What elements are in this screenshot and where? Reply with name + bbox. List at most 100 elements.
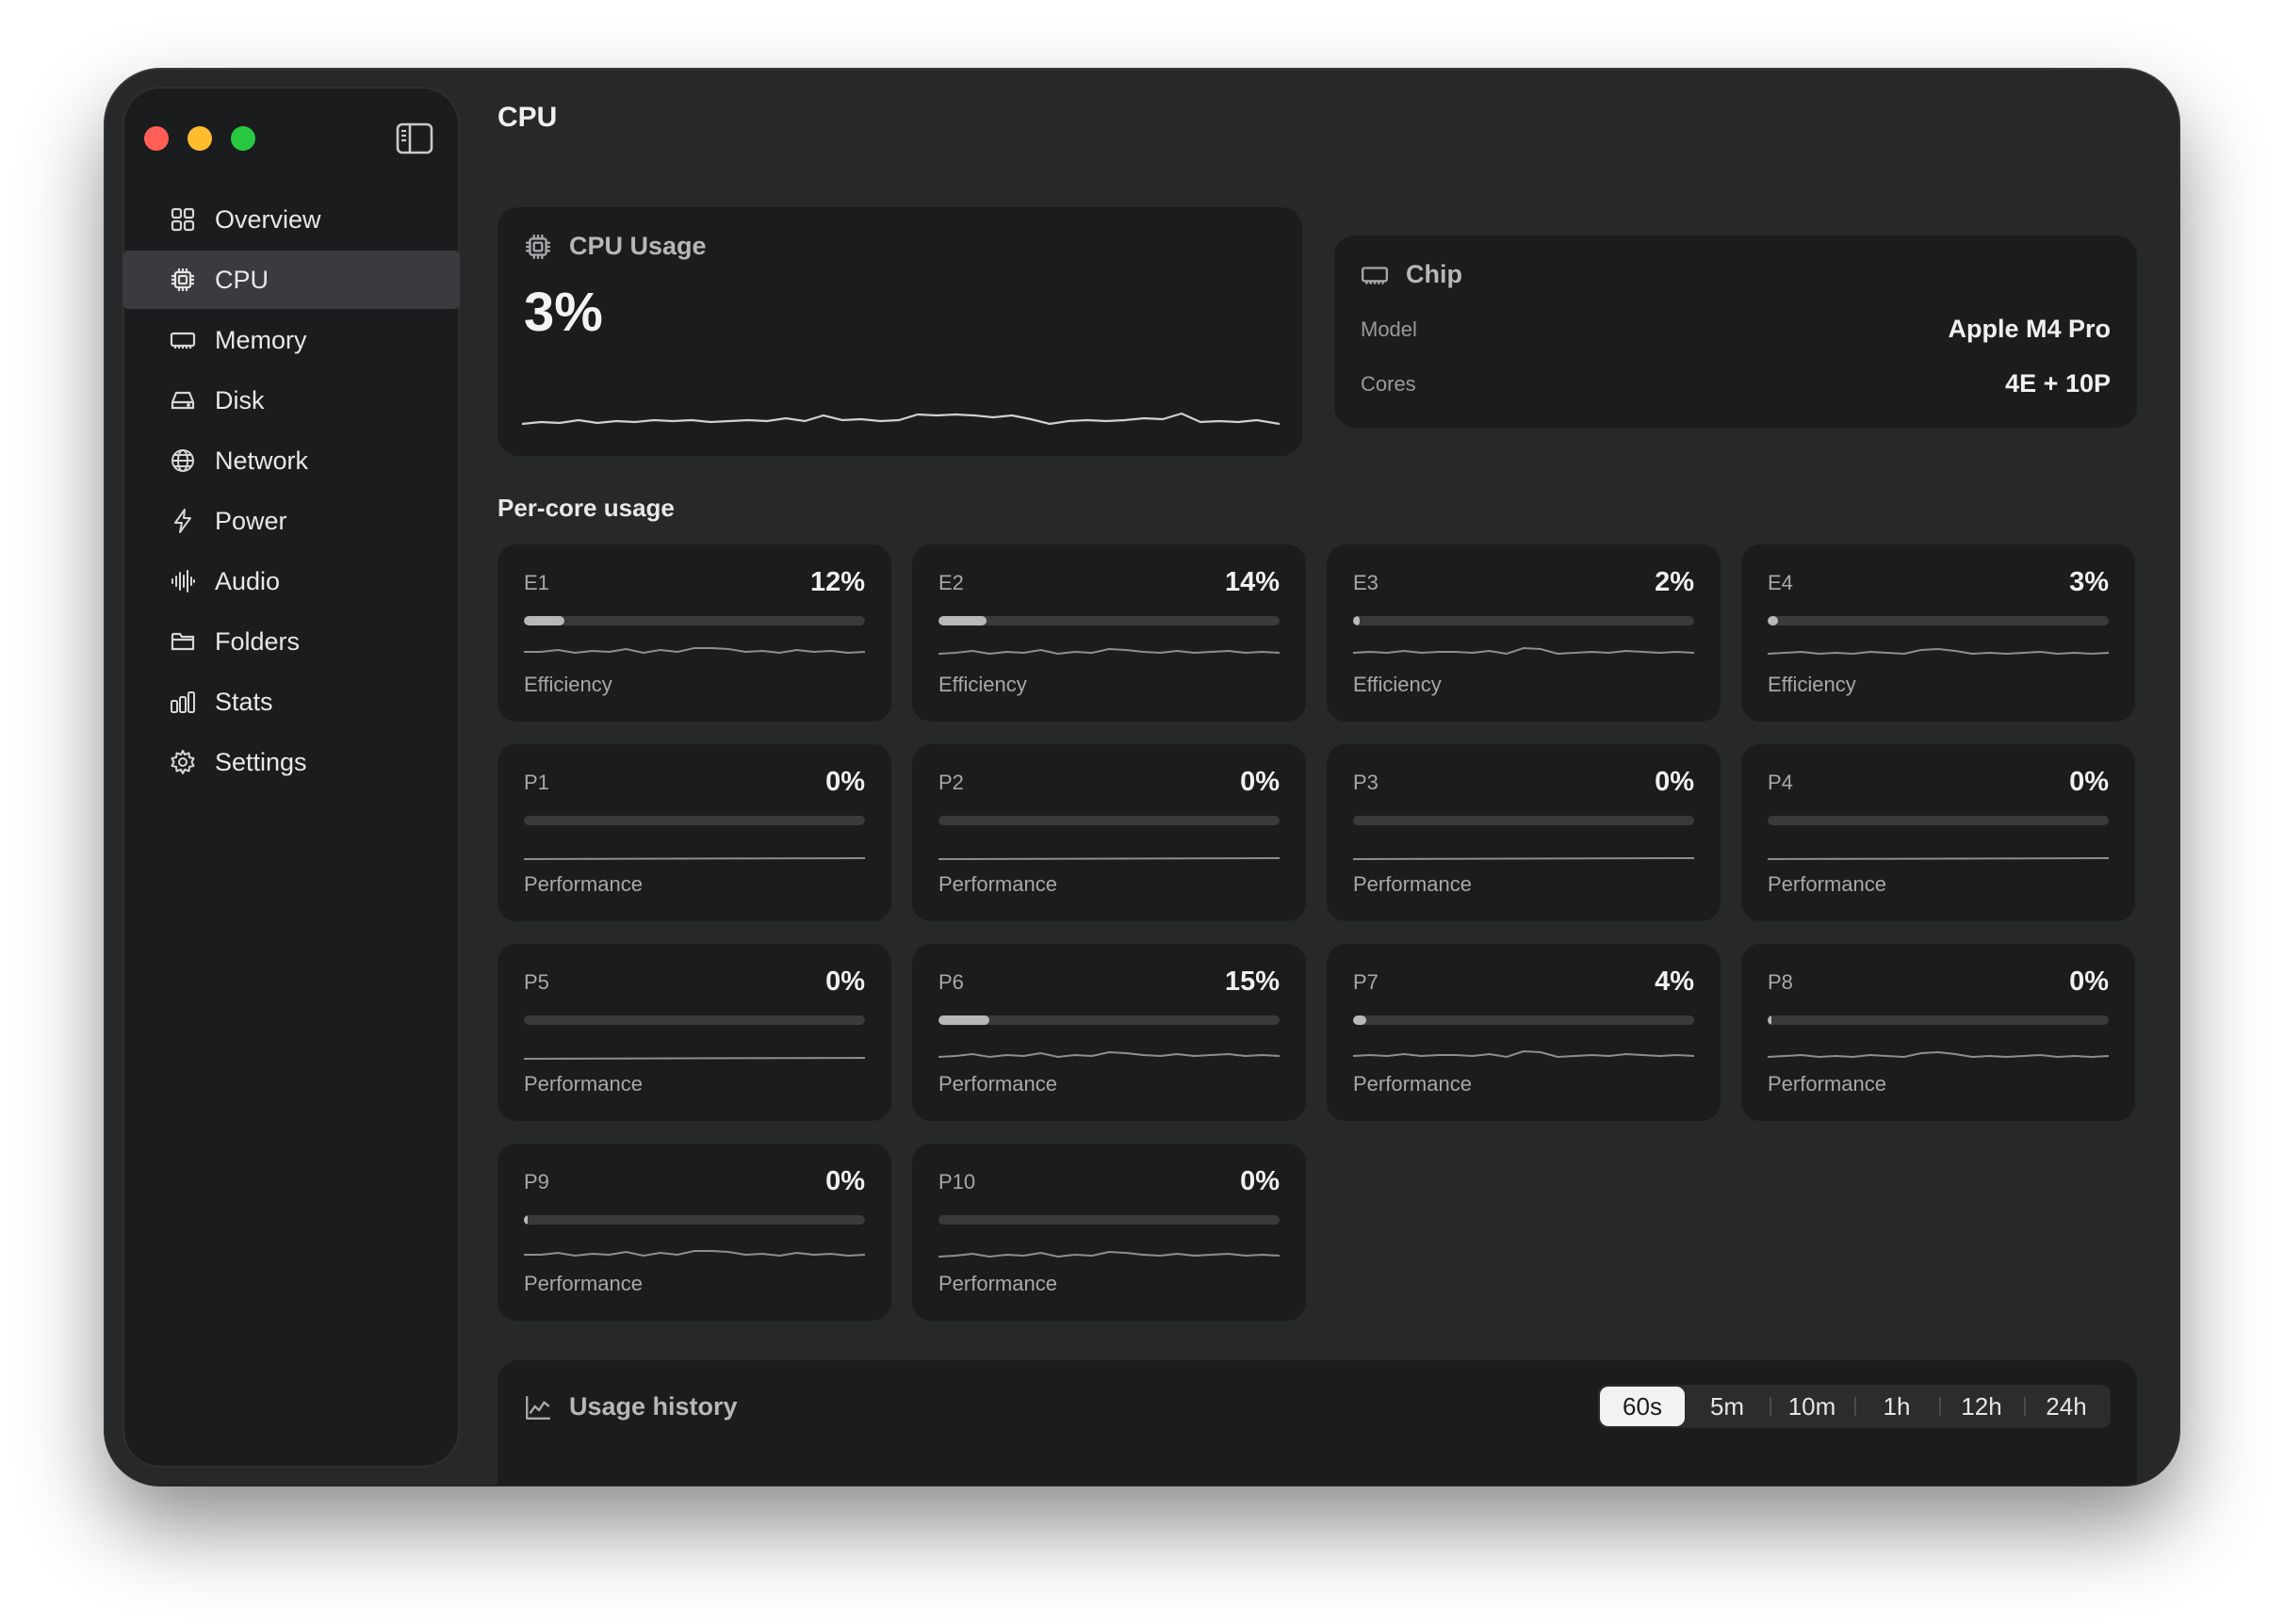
core-usage-value: 0%	[1240, 1166, 1280, 1196]
sidebar-item-memory[interactable]: Memory	[122, 311, 460, 369]
core-usage-bar	[524, 1015, 865, 1025]
sidebar-item-audio[interactable]: Audio	[122, 552, 460, 610]
core-usage-bar	[524, 616, 865, 625]
core-sparkline	[524, 857, 865, 860]
usage-history-header: Usage history	[524, 1392, 738, 1421]
cpu-usage-card: CPU Usage 3%	[498, 207, 1302, 456]
minimize-button[interactable]	[188, 126, 212, 151]
core-usage-bar	[524, 1215, 865, 1225]
core-sparkline	[938, 1250, 1280, 1259]
sidebar-item-folders[interactable]: Folders	[122, 612, 460, 671]
core-usage-bar	[1353, 1015, 1694, 1025]
range-24h-button[interactable]: 24h	[2024, 1387, 2109, 1426]
folder-icon	[168, 626, 198, 657]
per-core-grid: E1 12% Efficiency E2 14% Efficiency E3 2% Effici…	[498, 544, 2137, 1321]
sidebar-item-power[interactable]: Power	[122, 492, 460, 550]
core-name: P1	[524, 771, 549, 794]
chip-header: Chip	[1361, 260, 1462, 289]
range-10m-button[interactable]: 10m	[1770, 1387, 1854, 1426]
chip-cores-label: Cores	[1361, 371, 1416, 396]
usage-history-card: Usage history 60s 5m 10m 1h 12h 24h	[498, 1360, 2137, 1485]
core-sparkline	[1768, 1050, 2109, 1059]
core-type: Performance	[524, 1072, 643, 1096]
core-type: Performance	[938, 1272, 1057, 1295]
core-card-p9: P9 0% Performance	[498, 1144, 891, 1321]
page-title: CPU	[498, 102, 558, 133]
range-5m-button[interactable]: 5m	[1685, 1387, 1770, 1426]
sidebar-item-stats[interactable]: Stats	[122, 673, 460, 731]
core-name: E2	[938, 571, 964, 594]
usage-history-title: Usage history	[569, 1392, 738, 1421]
cpu-usage-sparkline	[522, 412, 1280, 426]
chip-cores-row: Cores 4E + 10P	[1361, 369, 2111, 398]
core-usage-bar-fill	[1768, 616, 1778, 625]
core-usage-value: 2%	[1655, 567, 1694, 597]
core-card-p6: P6 15% Performance	[912, 944, 1306, 1121]
core-name: E3	[1353, 571, 1379, 594]
core-usage-bar	[938, 816, 1280, 825]
chip-model-row: Model Apple M4 Pro	[1361, 315, 2111, 344]
core-card-e2: E2 14% Efficiency	[912, 544, 1306, 722]
core-name: P2	[938, 771, 964, 794]
sidebar-item-overview[interactable]: Overview	[122, 190, 460, 249]
core-sparkline	[1768, 857, 2109, 860]
sidebar-item-label: Memory	[215, 325, 307, 354]
core-usage-bar-fill	[938, 616, 987, 625]
sidebar-item-label: Stats	[215, 687, 273, 716]
core-usage-value: 0%	[1655, 767, 1694, 797]
range-1h-button[interactable]: 1h	[1854, 1387, 1939, 1426]
cpu-icon	[168, 265, 198, 295]
range-12h-button[interactable]: 12h	[1939, 1387, 2024, 1426]
core-type: Performance	[938, 872, 1057, 896]
sidebar-item-settings[interactable]: Settings	[122, 733, 460, 791]
core-sparkline	[938, 647, 1280, 656]
core-card-p7: P7 4% Performance	[1327, 944, 1721, 1121]
sidebar-item-disk[interactable]: Disk	[122, 371, 460, 430]
core-usage-value: 15%	[1224, 966, 1280, 997]
core-type: Efficiency	[1768, 673, 1856, 696]
zoom-button[interactable]	[231, 126, 255, 151]
core-type: Performance	[1768, 1072, 1886, 1096]
core-usage-bar	[1768, 616, 2109, 625]
core-usage-bar-fill	[524, 616, 565, 625]
app-window: Overview CPU Memory Disk Network Power A…	[106, 70, 2178, 1485]
core-card-p8: P8 0% Performance	[1741, 944, 2135, 1121]
core-name: P8	[1768, 970, 1793, 994]
core-usage-value: 3%	[2069, 567, 2109, 597]
chip-card: Chip Model Apple M4 Pro Cores 4E + 10P	[1334, 235, 2137, 428]
core-sparkline	[1353, 1049, 1694, 1059]
sidebar-item-label: Settings	[215, 747, 307, 776]
core-card-p5: P5 0% Performance	[498, 944, 891, 1121]
core-usage-value: 0%	[2069, 966, 2109, 997]
core-card-e3: E3 2% Efficiency	[1327, 544, 1721, 722]
core-card-p3: P3 0% Performance	[1327, 744, 1721, 921]
sidebar-item-network[interactable]: Network	[122, 431, 460, 490]
sidebar-left-icon[interactable]	[396, 122, 433, 154]
core-usage-bar	[1768, 816, 2109, 825]
memory-icon	[168, 325, 198, 355]
core-usage-bar	[1353, 616, 1694, 625]
core-type: Efficiency	[1353, 673, 1442, 696]
core-usage-bar-fill	[938, 1015, 990, 1025]
core-card-p2: P2 0% Performance	[912, 744, 1306, 921]
line-chart-icon	[526, 1395, 550, 1420]
core-usage-bar	[938, 1015, 1280, 1025]
core-usage-value: 12%	[809, 567, 865, 597]
globe-icon	[168, 446, 198, 476]
core-usage-bar	[938, 616, 1280, 625]
close-button[interactable]	[144, 126, 169, 151]
sidebar: Overview CPU Memory Disk Network Power A…	[122, 87, 460, 1468]
sidebar-item-label: Audio	[215, 566, 281, 595]
core-usage-bar	[1768, 1015, 2109, 1025]
core-type: Performance	[1768, 872, 1886, 896]
gear-icon	[168, 747, 198, 777]
core-usage-bar	[524, 816, 865, 825]
chip-model-label: Model	[1361, 317, 1417, 341]
core-usage-value: 0%	[1240, 767, 1280, 797]
core-sparkline	[938, 857, 1280, 860]
sidebar-item-label: Network	[215, 446, 309, 475]
range-60s-button[interactable]: 60s	[1600, 1387, 1685, 1426]
core-name: P6	[938, 970, 964, 994]
sidebar-item-cpu[interactable]: CPU	[122, 251, 460, 309]
core-sparkline	[524, 1057, 865, 1060]
